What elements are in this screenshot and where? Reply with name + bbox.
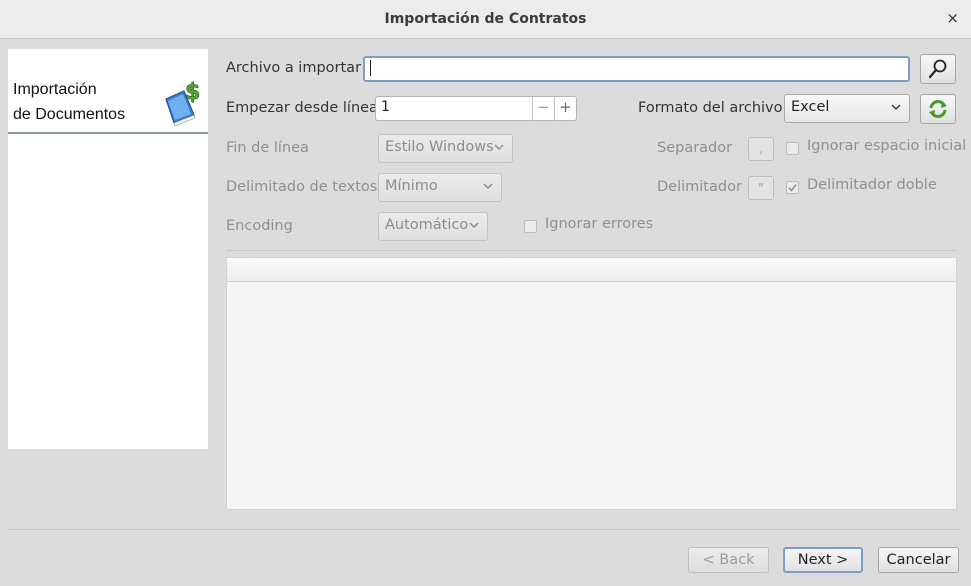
refresh-icon xyxy=(929,100,947,118)
ignore-errors-checkbox[interactable] xyxy=(524,220,537,233)
chevron-down-icon xyxy=(469,222,479,228)
ignore-space-checkbox[interactable] xyxy=(786,142,799,155)
window-title: Importación de Contratos xyxy=(384,11,587,27)
delimiter-label: Delimitador xyxy=(657,179,742,195)
decrement-button[interactable]: − xyxy=(532,96,554,121)
separator-label: Separador xyxy=(657,140,733,156)
cancel-button[interactable]: Cancelar xyxy=(878,547,959,573)
back-button[interactable]: < Back xyxy=(688,547,769,573)
encoding-selected-value: Automático xyxy=(385,217,469,233)
delimiter-input[interactable]: " xyxy=(748,176,774,200)
eol-selected-value: Estilo Windows xyxy=(385,139,494,155)
wizard-side-panel: Importación de Documentos $ xyxy=(8,49,208,449)
ignore-space-label: Ignorar espacio inicial xyxy=(807,138,967,154)
side-title-line1: Importación xyxy=(13,81,97,98)
start-line-value: 1 xyxy=(381,99,390,115)
file-path-input[interactable] xyxy=(363,56,910,82)
browse-button[interactable] xyxy=(920,54,956,84)
increment-button[interactable]: + xyxy=(554,96,576,121)
ignore-errors-label: Ignorar errores xyxy=(545,216,654,232)
chevron-down-icon xyxy=(891,104,901,110)
format-label: Formato del archivo xyxy=(638,100,783,116)
separator-input[interactable]: , xyxy=(748,137,774,161)
text-delimiter-label: Delimitado de textos xyxy=(226,179,378,195)
svg-text:$: $ xyxy=(185,80,200,105)
dollar-document-icon: $ xyxy=(165,80,201,127)
refresh-button[interactable] xyxy=(920,94,956,124)
double-delimiter-label: Delimitador doble xyxy=(807,177,937,193)
side-panel-header: Importación de Documentos $ xyxy=(8,49,208,134)
eol-label: Fin de línea xyxy=(226,140,309,156)
text-caret xyxy=(370,60,371,76)
double-delimiter-checkbox[interactable] xyxy=(786,181,799,194)
eol-select[interactable]: Estilo Windows xyxy=(378,134,513,163)
preview-table[interactable] xyxy=(226,257,957,510)
chevron-down-icon xyxy=(494,144,504,150)
text-delimiter-select[interactable]: Mínimo xyxy=(378,173,502,202)
close-icon[interactable]: × xyxy=(946,9,959,27)
text-delimiter-selected-value: Mínimo xyxy=(385,178,438,194)
title-bar: Importación de Contratos × xyxy=(0,0,971,39)
search-icon xyxy=(928,59,947,79)
preview-table-header xyxy=(227,258,956,282)
side-panel-title: Importación de Documentos xyxy=(13,77,125,127)
encoding-label: Encoding xyxy=(226,218,293,234)
divider xyxy=(226,250,957,251)
format-selected-value: Excel xyxy=(791,99,830,115)
format-select[interactable]: Excel xyxy=(784,94,910,123)
footer-divider xyxy=(8,529,961,530)
check-icon xyxy=(788,184,797,192)
next-button[interactable]: Next > xyxy=(783,547,863,573)
encoding-select[interactable]: Automático xyxy=(378,212,488,241)
file-label: Archivo a importar xyxy=(226,60,362,76)
start-line-label: Empezar desde línea xyxy=(226,100,378,116)
chevron-down-icon xyxy=(483,183,493,189)
side-title-line2: de Documentos xyxy=(13,106,126,123)
